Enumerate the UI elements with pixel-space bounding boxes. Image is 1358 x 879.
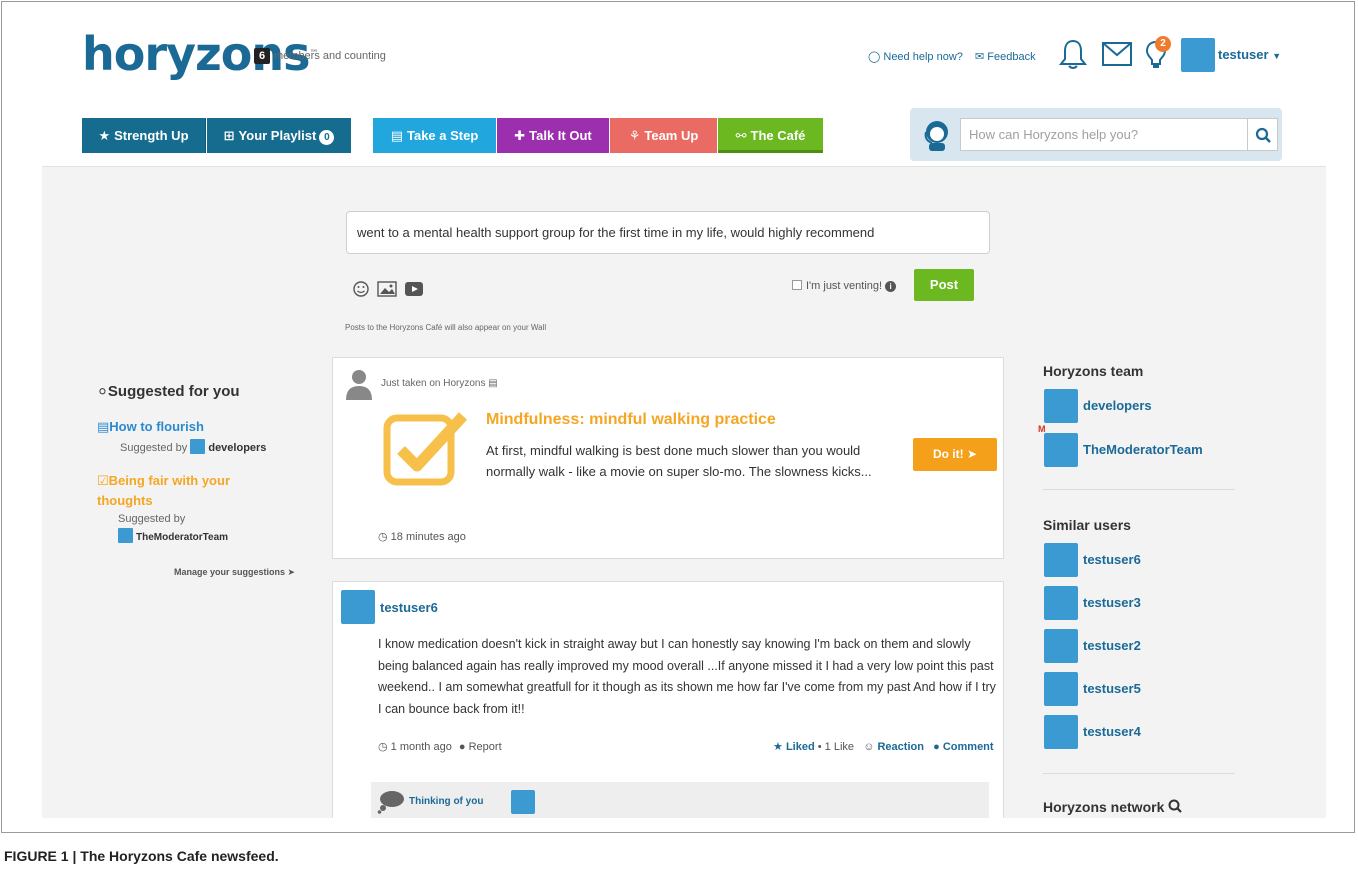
mail-icon[interactable] xyxy=(1102,42,1132,71)
checkbox-icon: ☑ xyxy=(97,473,109,488)
search-icon xyxy=(1255,127,1271,143)
similar-users-title: Similar users xyxy=(1043,517,1131,533)
arrow-circle-icon: ➤ xyxy=(287,567,296,577)
post-body: I know medication doesn't kick in straig… xyxy=(378,637,996,716)
avatar xyxy=(1044,715,1078,749)
just-taken-label: Just taken on Horyzons ▤ xyxy=(381,378,498,389)
venting-checkbox[interactable]: I'm just venting! i xyxy=(792,280,897,292)
reaction-bar: Thinking of you xyxy=(371,782,989,818)
clock-icon: ◷ xyxy=(378,531,388,543)
search-button[interactable] xyxy=(1248,118,1278,151)
info-icon[interactable]: i xyxy=(885,281,897,292)
plus-square-icon: ⊞ xyxy=(223,128,235,143)
composer-media-tools xyxy=(352,279,442,304)
user-menu[interactable]: testuser ▼ xyxy=(1218,47,1281,62)
smiley-icon: ☺ xyxy=(863,741,875,753)
strength-up-button[interactable]: ★ Strength Up xyxy=(82,118,206,153)
horyzons-team-title: Horyzons team xyxy=(1043,363,1144,379)
puzzle-icon: ✚ xyxy=(514,128,526,143)
reaction-button[interactable]: ☺ Reaction xyxy=(863,741,924,753)
wall-note: Posts to the Horyzons Café will also app… xyxy=(345,323,547,332)
the-cafe-button[interactable]: ⚯ The Café xyxy=(718,118,823,153)
do-it-button[interactable]: Do it! ➤ xyxy=(913,438,997,471)
star-icon: ★ xyxy=(773,741,783,753)
comment-button[interactable]: ● Comment xyxy=(933,741,993,753)
post-actions: ★ Liked • 1 Like ☺ Reaction ● Comment xyxy=(773,741,994,753)
avatar xyxy=(1044,389,1078,423)
post-composer[interactable]: went to a mental health support group fo… xyxy=(346,211,990,254)
member-count: 6 xyxy=(254,48,270,64)
activity-title[interactable]: Mindfulness: mindful walking practice xyxy=(486,411,776,429)
newsfeed-area: went to a mental health support group fo… xyxy=(42,166,1326,818)
suggestion-by: Suggested by xyxy=(118,513,186,525)
suggested-title: ⚪Suggested for you xyxy=(97,383,240,400)
post-card: testuser6 I know medication doesn't kick… xyxy=(332,581,1004,818)
team-up-button[interactable]: ⚘ Team Up xyxy=(610,118,717,153)
helper-avatar-icon xyxy=(920,118,954,152)
trophy-icon: ★ xyxy=(98,128,111,143)
avatar xyxy=(1044,433,1078,467)
search-panel xyxy=(910,108,1282,161)
avatar xyxy=(1044,629,1078,663)
suggestion-being-fair[interactable]: ☑Being fair with your thoughts xyxy=(97,471,267,511)
notification-badge: 2 xyxy=(1155,36,1171,52)
avatar xyxy=(118,528,133,543)
feedback-link[interactable]: ✉ Feedback xyxy=(975,50,1036,63)
suggestion-how-to-flourish[interactable]: ▤How to flourish xyxy=(97,419,204,435)
video-icon[interactable] xyxy=(405,282,423,296)
divider xyxy=(1043,773,1235,774)
search-icon xyxy=(1168,799,1183,813)
checkmark-icon xyxy=(383,412,468,486)
team-icon: ⚘ xyxy=(628,128,641,143)
alert-icon: ● xyxy=(458,741,466,753)
post-meta: ◷ 1 month ago ● Report xyxy=(378,741,502,753)
arrow-circle-icon: ➤ xyxy=(966,447,978,461)
avatar xyxy=(190,439,206,454)
horyzons-network-title[interactable]: Horyzons network xyxy=(1043,799,1183,815)
map-icon: ▤ xyxy=(488,378,498,389)
help-link[interactable]: ◯ Need help now? xyxy=(868,50,963,63)
speech-bubble-icon: ● xyxy=(933,741,940,753)
clock-icon: ◷ xyxy=(378,741,388,753)
person-icon xyxy=(346,370,372,400)
avatar xyxy=(1044,543,1078,577)
tagline: members and counting xyxy=(274,50,386,62)
post-button[interactable]: Post xyxy=(914,269,974,301)
activity-card: Just taken on Horyzons ▤ Mindfulness: mi… xyxy=(332,357,1004,559)
divider xyxy=(1043,489,1235,490)
take-a-step-button[interactable]: ▤ Take a Step xyxy=(373,118,496,153)
manage-suggestions-link[interactable]: Manage your suggestions ➤ xyxy=(174,567,295,578)
avatar[interactable] xyxy=(511,790,535,814)
reaction-label: Thinking of you xyxy=(409,796,484,807)
horyzons-app: horyzons™ 6 members and counting ◯ Need … xyxy=(42,4,1326,818)
activity-description: At first, mindful walking is best done m… xyxy=(486,443,872,479)
map-icon: ▤ xyxy=(97,419,110,434)
map-icon: ▤ xyxy=(390,128,403,143)
emoji-icon[interactable] xyxy=(353,281,369,297)
figure-caption: FIGURE 1 | The Horyzons Cafe newsfeed. xyxy=(4,848,279,864)
caret-down-icon: ▼ xyxy=(1272,51,1282,61)
talk-it-out-button[interactable]: ✚ Talk It Out xyxy=(497,118,609,153)
search-input[interactable] xyxy=(960,118,1248,151)
like-count[interactable]: 1 Like xyxy=(825,741,854,753)
bell-icon[interactable] xyxy=(1058,38,1088,75)
avatar xyxy=(1044,586,1078,620)
image-icon[interactable] xyxy=(377,281,397,297)
megaphone-icon: ✉ xyxy=(975,51,985,63)
your-playlist-button[interactable]: ⊞ Your Playlist 0 xyxy=(207,118,351,153)
lifebuoy-icon: ◯ xyxy=(868,51,881,63)
suggestion-by: Suggested by developers xyxy=(120,439,266,454)
chat-icon: ⚯ xyxy=(735,128,747,143)
thought-bubble-icon xyxy=(377,791,404,814)
suggestion-user[interactable]: TheModeratorTeam xyxy=(118,528,228,543)
activity-time: ◷ 18 minutes ago xyxy=(378,531,466,543)
report-link[interactable]: ● Report xyxy=(459,741,502,753)
avatar xyxy=(1044,672,1078,706)
figure-frame: horyzons™ 6 members and counting ◯ Need … xyxy=(1,1,1355,833)
lightbulb-icon: ⚪ xyxy=(97,384,108,399)
post-author[interactable]: testuser6 xyxy=(380,600,438,615)
user-avatar[interactable] xyxy=(1181,38,1215,72)
liked-button[interactable]: ★ Liked xyxy=(773,741,815,753)
avatar[interactable] xyxy=(341,590,375,624)
